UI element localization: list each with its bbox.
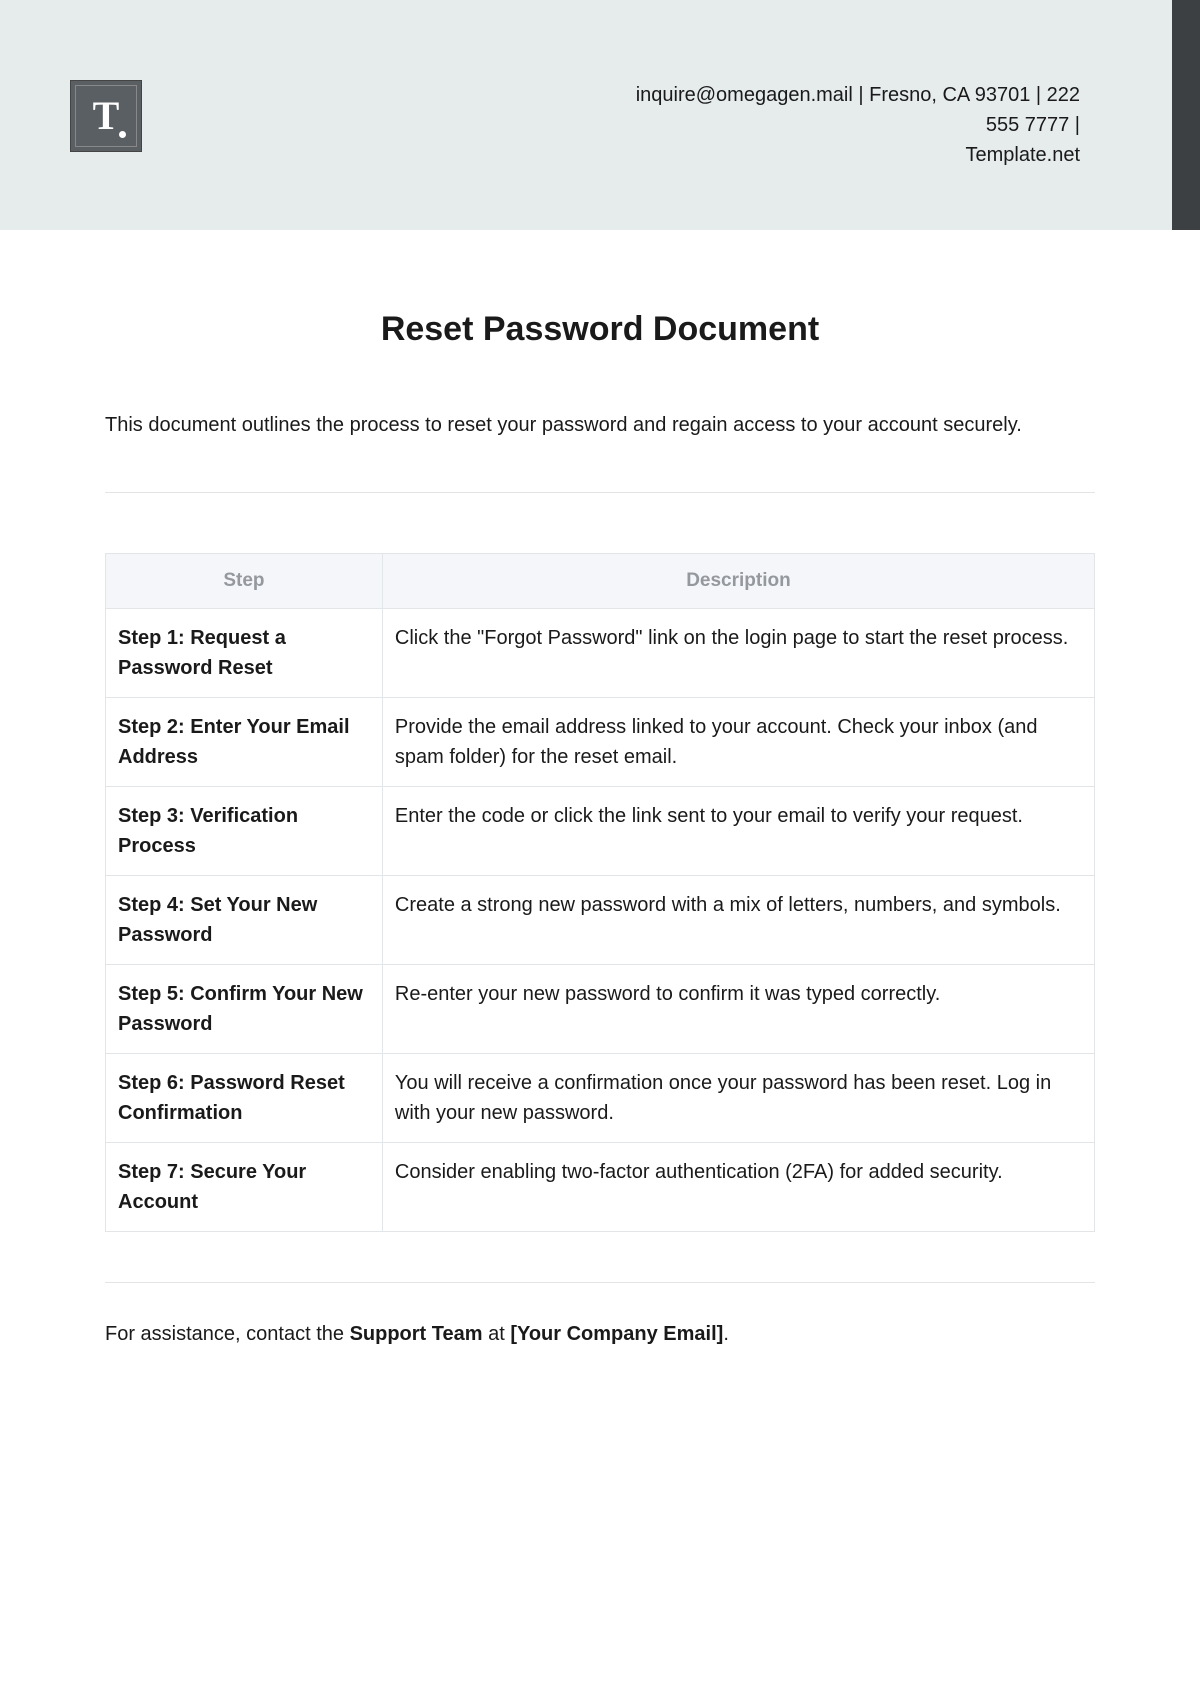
step-cell: Step 4: Set Your New Password bbox=[106, 876, 383, 965]
divider-top bbox=[105, 492, 1095, 493]
desc-cell: Re-enter your new password to confirm it… bbox=[382, 965, 1094, 1054]
desc-cell: Enter the code or click the link sent to… bbox=[382, 787, 1094, 876]
logo-dot-icon bbox=[119, 131, 126, 138]
step-cell: Step 2: Enter Your Email Address bbox=[106, 698, 383, 787]
header-accent-dark bbox=[1172, 0, 1200, 230]
col-header-step: Step bbox=[106, 554, 383, 609]
step-cell: Step 1: Request a Password Reset bbox=[106, 609, 383, 698]
desc-cell: Create a strong new password with a mix … bbox=[382, 876, 1094, 965]
logo-letter: T bbox=[93, 96, 120, 136]
col-header-description: Description bbox=[382, 554, 1094, 609]
header-band: T inquire@omegagen.mail | Fresno, CA 937… bbox=[0, 0, 1200, 230]
footer-text: For assistance, contact the Support Team… bbox=[105, 1323, 1095, 1346]
step-cell: Step 6: Password Reset Confirmation bbox=[106, 1054, 383, 1143]
table-row: Step 3: Verification Process Enter the c… bbox=[106, 787, 1095, 876]
table-row: Step 5: Confirm Your New Password Re-ent… bbox=[106, 965, 1095, 1054]
document-content: Reset Password Document This document ou… bbox=[0, 230, 1200, 1406]
step-cell: Step 5: Confirm Your New Password bbox=[106, 965, 383, 1054]
desc-cell: Provide the email address linked to your… bbox=[382, 698, 1094, 787]
desc-cell: Consider enabling two-factor authenticat… bbox=[382, 1143, 1094, 1232]
footer-email: [Your Company Email] bbox=[510, 1323, 723, 1345]
step-cell: Step 3: Verification Process bbox=[106, 787, 383, 876]
table-row: Step 7: Secure Your Account Consider ena… bbox=[106, 1143, 1095, 1232]
divider-bottom bbox=[105, 1282, 1095, 1283]
table-row: Step 2: Enter Your Email Address Provide… bbox=[106, 698, 1095, 787]
footer-mid: at bbox=[483, 1323, 511, 1345]
footer-support: Support Team bbox=[350, 1323, 483, 1345]
table-row: Step 4: Set Your New Password Create a s… bbox=[106, 876, 1095, 965]
logo: T bbox=[70, 80, 142, 152]
desc-cell: Click the "Forgot Password" link on the … bbox=[382, 609, 1094, 698]
intro-text: This document outlines the process to re… bbox=[105, 409, 1095, 442]
desc-cell: You will receive a confirmation once you… bbox=[382, 1054, 1094, 1143]
contact-line-2: Template.net bbox=[600, 140, 1080, 170]
step-cell: Step 7: Secure Your Account bbox=[106, 1143, 383, 1232]
footer-prefix: For assistance, contact the bbox=[105, 1323, 350, 1345]
table-row: Step 6: Password Reset Confirmation You … bbox=[106, 1054, 1095, 1143]
footer-suffix: . bbox=[723, 1323, 729, 1345]
header-contact: inquire@omegagen.mail | Fresno, CA 93701… bbox=[600, 80, 1160, 170]
contact-line-1: inquire@omegagen.mail | Fresno, CA 93701… bbox=[600, 80, 1080, 140]
table-row: Step 1: Request a Password Reset Click t… bbox=[106, 609, 1095, 698]
page-title: Reset Password Document bbox=[105, 310, 1095, 349]
steps-table: Step Description Step 1: Request a Passw… bbox=[105, 553, 1095, 1232]
